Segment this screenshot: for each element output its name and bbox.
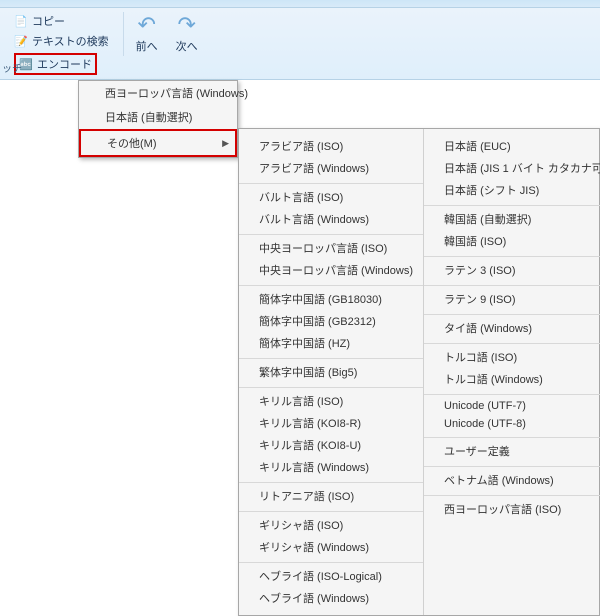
encoding-option[interactable]: 中央ヨーロッパ言語 (Windows) <box>239 259 423 281</box>
encoding-option[interactable]: バルト言語 (ISO) <box>239 186 423 208</box>
encoding-group: バルト言語 (ISO)バルト言語 (Windows) <box>239 183 423 232</box>
encoding-option[interactable]: ヘブライ語 (Windows) <box>239 587 423 609</box>
encoding-option[interactable]: 簡体字中国語 (GB2312) <box>239 310 423 332</box>
copy-icon: 📄 <box>14 15 28 28</box>
encoding-option[interactable]: ベトナム語 (Windows) <box>424 469 600 491</box>
encoding-option[interactable]: キリル言語 (ISO) <box>239 390 423 412</box>
copy-label: コピー <box>32 13 65 29</box>
encoding-option[interactable]: 韓国語 (自動選択) <box>424 208 600 230</box>
next-icon: ↷ <box>177 14 195 36</box>
encoding-option[interactable]: キリル言語 (KOI8-R) <box>239 412 423 434</box>
encoding-group: ユーザー定義 <box>424 437 600 464</box>
prev-icon: ↶ <box>137 14 155 36</box>
encoding-option[interactable]: ヘブライ語 (ISO-Logical) <box>239 565 423 587</box>
encoding-option[interactable]: ラテン 3 (ISO) <box>424 259 600 281</box>
menu-item-west-europe-win[interactable]: 西ヨーロッパ言語 (Windows) <box>79 81 237 105</box>
encoding-group: タイ語 (Windows) <box>424 314 600 341</box>
encoding-option[interactable]: 繁体字中国語 (Big5) <box>239 361 423 383</box>
encoding-menu: 西ヨーロッパ言語 (Windows) 日本語 (自動選択) その他(M) ▶ <box>78 80 238 158</box>
prev-label: 前へ <box>136 38 158 54</box>
encoding-option[interactable]: タイ語 (Windows) <box>424 317 600 339</box>
copy-button[interactable]: 📄 コピー <box>14 12 109 30</box>
encoding-option[interactable]: キリル言語 (Windows) <box>239 456 423 478</box>
encoding-option[interactable]: 簡体字中国語 (GB18030) <box>239 288 423 310</box>
truncated-label: ッチ <box>2 60 22 75</box>
encoding-group: ラテン 3 (ISO) <box>424 256 600 283</box>
encoding-group: 中央ヨーロッパ言語 (ISO)中央ヨーロッパ言語 (Windows) <box>239 234 423 283</box>
encoding-option[interactable]: 西ヨーロッパ言語 (ISO) <box>424 498 600 520</box>
encoding-option[interactable]: トルコ語 (Windows) <box>424 368 600 390</box>
encoding-option[interactable]: 日本語 (シフト JIS) <box>424 179 600 201</box>
encoding-option[interactable]: 日本語 (EUC) <box>424 135 600 157</box>
encoding-group: リトアニア語 (ISO) <box>239 482 423 509</box>
encoding-group: キリル言語 (ISO)キリル言語 (KOI8-R)キリル言語 (KOI8-U)キ… <box>239 387 423 480</box>
encoding-option[interactable]: ギリシャ語 (ISO) <box>239 514 423 536</box>
encoding-option[interactable]: ギリシャ語 (Windows) <box>239 536 423 558</box>
find-icon: 📝 <box>14 35 28 48</box>
encoding-group: ベトナム語 (Windows) <box>424 466 600 493</box>
submenu-arrow-icon: ▶ <box>222 138 229 149</box>
encoding-option[interactable]: ユーザー定義 <box>424 440 600 462</box>
encoding-column-2: 日本語 (EUC)日本語 (JIS 1 バイト カタカナ可)日本語 (シフト J… <box>423 129 600 615</box>
prev-button[interactable]: ↶ 前へ <box>132 12 162 56</box>
menu-item-other[interactable]: その他(M) ▶ <box>79 129 237 157</box>
menu-item-other-label: その他(M) <box>107 135 157 151</box>
next-label: 次へ <box>176 38 198 54</box>
encode-highlight: 🔤 エンコード <box>14 53 97 75</box>
encoding-option[interactable]: Unicode (UTF-8) <box>424 415 600 433</box>
encoding-group: 西ヨーロッパ言語 (ISO) <box>424 495 600 522</box>
encoding-group: 日本語 (EUC)日本語 (JIS 1 バイト カタカナ可)日本語 (シフト J… <box>424 133 600 203</box>
encoding-option[interactable]: リトアニア語 (ISO) <box>239 485 423 507</box>
encoding-option[interactable]: ラテン 9 (ISO) <box>424 288 600 310</box>
encode-button[interactable]: 🔤 エンコード <box>14 52 109 76</box>
encoding-group: Unicode (UTF-7)Unicode (UTF-8) <box>424 394 600 435</box>
menu-item-japanese-auto[interactable]: 日本語 (自動選択) <box>79 105 237 129</box>
encoding-option[interactable]: アラビア語 (ISO) <box>239 135 423 157</box>
encoding-option[interactable]: 中央ヨーロッパ言語 (ISO) <box>239 237 423 259</box>
encoding-option[interactable]: トルコ語 (ISO) <box>424 346 600 368</box>
encoding-group: トルコ語 (ISO)トルコ語 (Windows) <box>424 343 600 392</box>
encoding-option[interactable]: キリル言語 (KOI8-U) <box>239 434 423 456</box>
encode-label: エンコード <box>37 56 92 72</box>
encoding-group: ラテン 9 (ISO) <box>424 285 600 312</box>
encoding-option[interactable]: アラビア語 (Windows) <box>239 157 423 179</box>
next-button[interactable]: ↷ 次へ <box>172 12 202 56</box>
encoding-option[interactable]: バルト言語 (Windows) <box>239 208 423 230</box>
encoding-submenu: アラビア語 (ISO)アラビア語 (Windows)バルト言語 (ISO)バルト… <box>238 128 600 616</box>
encoding-group: ギリシャ語 (ISO)ギリシャ語 (Windows) <box>239 511 423 560</box>
encoding-group: アラビア語 (ISO)アラビア語 (Windows) <box>239 133 423 181</box>
encoding-option[interactable]: Unicode (UTF-7) <box>424 397 600 415</box>
find-text-button[interactable]: 📝 テキストの検索 <box>14 32 109 50</box>
encoding-group: 繁体字中国語 (Big5) <box>239 358 423 385</box>
encoding-option[interactable]: 日本語 (JIS 1 バイト カタカナ可) <box>424 157 600 179</box>
encoding-column-1: アラビア語 (ISO)アラビア語 (Windows)バルト言語 (ISO)バルト… <box>239 129 423 615</box>
encoding-option[interactable]: 簡体字中国語 (HZ) <box>239 332 423 354</box>
ribbon-toolbar: 📄 コピー 📝 テキストの検索 🔤 エンコード ↶ 前へ ↷ 次へ <box>0 8 600 80</box>
encoding-group: 韓国語 (自動選択)韓国語 (ISO) <box>424 205 600 254</box>
encoding-option[interactable]: 韓国語 (ISO) <box>424 230 600 252</box>
ribbon-tab-strip <box>0 0 600 8</box>
toolbar-text-group: 📄 コピー 📝 テキストの検索 🔤 エンコード <box>6 12 117 76</box>
encoding-group: 簡体字中国語 (GB18030)簡体字中国語 (GB2312)簡体字中国語 (H… <box>239 285 423 356</box>
encoding-group: ヘブライ語 (ISO-Logical)ヘブライ語 (Windows) <box>239 562 423 611</box>
find-label: テキストの検索 <box>32 33 109 49</box>
toolbar-nav-group: ↶ 前へ ↷ 次へ <box>123 12 210 56</box>
